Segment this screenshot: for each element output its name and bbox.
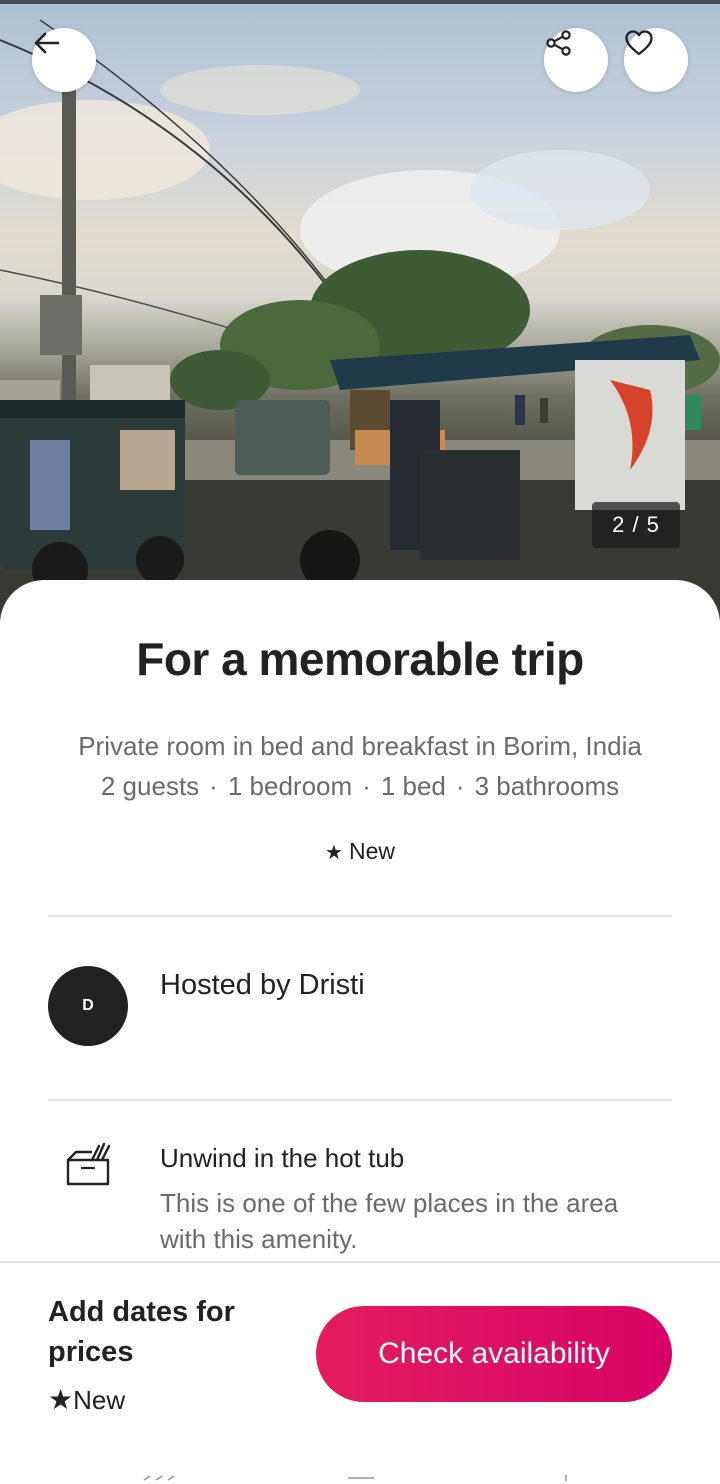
bathrooms-count: 3 bathrooms: [474, 771, 620, 801]
amenity-description: This is one of the few places in the are…: [160, 1188, 619, 1254]
bedrooms-count: 1 bedroom: [227, 771, 353, 801]
rating-badge-label: New: [348, 838, 395, 864]
add-dates-label: Add dates for prices: [48, 1296, 235, 1368]
separator-dot: ·: [455, 771, 465, 801]
separator-dot: ·: [362, 771, 371, 801]
footer-rating-badge: ★New: [48, 1383, 125, 1416]
divider: [48, 1099, 672, 1101]
listing-type: Private room in bed and breakfast in Bor…: [78, 731, 642, 761]
amenity-title: Unwind in the hot tub: [160, 1143, 405, 1173]
guests-count: 2 guests: [100, 771, 200, 801]
share-icon: [546, 30, 571, 56]
nav-hint-icon: [565, 1475, 567, 1481]
beds-count: 1 bed: [380, 771, 446, 801]
listing-capacity: 2 guests · 1 bedroom · 1 bed · 3 bathrooms: [0, 771, 720, 802]
check-availability-button[interactable]: Check availability: [316, 1306, 672, 1402]
footer-rating-label: New: [73, 1385, 126, 1415]
star-icon: ★: [325, 842, 343, 864]
heart-icon: [625, 30, 653, 56]
host-label[interactable]: Hosted by Dristi: [160, 969, 365, 1002]
divider: [48, 915, 672, 917]
host-avatar[interactable]: D: [48, 966, 128, 1046]
nav-hint-icon: [348, 1477, 374, 1479]
hot-tub-icon: [66, 1142, 111, 1186]
listing-title: For a memorable trip: [136, 633, 584, 685]
arrow-left-icon: [34, 32, 60, 54]
separator-dot: ·: [209, 771, 218, 801]
back-button[interactable]: [32, 28, 96, 92]
status-strip: [0, 0, 720, 4]
star-icon: ★: [48, 1384, 74, 1415]
save-to-wishlist-button[interactable]: [624, 28, 688, 92]
share-button[interactable]: [544, 28, 608, 92]
photo-counter: 2 / 5: [592, 502, 680, 548]
listing-photo[interactable]: 2 / 5: [0, 0, 720, 620]
rating-badge: ★ New: [0, 838, 720, 865]
nav-hint-icon: [143, 1475, 175, 1481]
